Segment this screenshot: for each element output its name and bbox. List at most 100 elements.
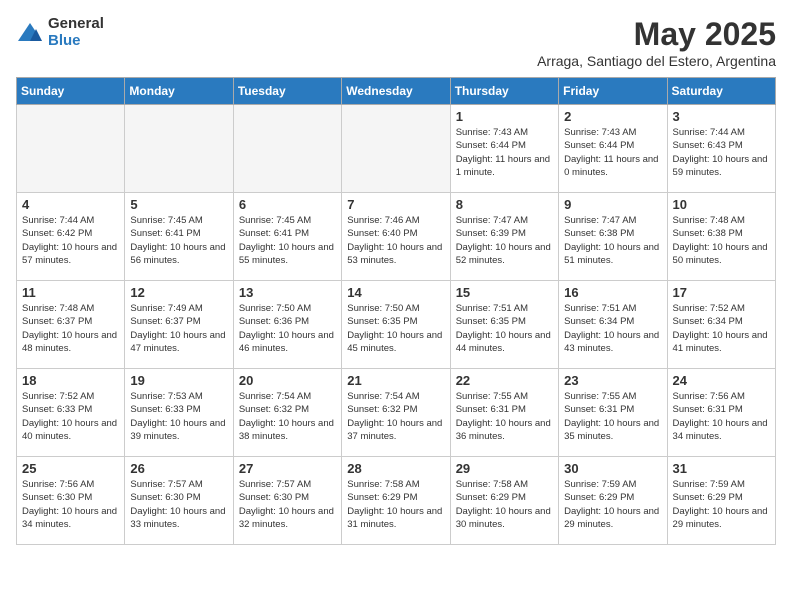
- logo-general-text: General: [48, 16, 104, 33]
- day-number: 26: [130, 461, 227, 476]
- page-header: General Blue May 2025 Arraga, Santiago d…: [16, 16, 776, 69]
- day-number: 30: [564, 461, 661, 476]
- day-number: 11: [22, 285, 119, 300]
- day-number: 10: [673, 197, 770, 212]
- day-info: Sunrise: 7:46 AM Sunset: 6:40 PM Dayligh…: [347, 214, 444, 267]
- day-cell: 21 Sunrise: 7:54 AM Sunset: 6:32 PM Dayli…: [342, 369, 450, 457]
- day-info: Sunrise: 7:45 AM Sunset: 6:41 PM Dayligh…: [239, 214, 336, 267]
- day-cell: 28 Sunrise: 7:58 AM Sunset: 6:29 PM Dayli…: [342, 457, 450, 545]
- day-number: 5: [130, 197, 227, 212]
- day-number: 23: [564, 373, 661, 388]
- title-block: May 2025 Arraga, Santiago del Estero, Ar…: [537, 16, 776, 69]
- week-row-1: 4 Sunrise: 7:44 AM Sunset: 6:42 PM Daylig…: [17, 193, 776, 281]
- day-cell: 1 Sunrise: 7:43 AM Sunset: 6:44 PM Daylig…: [450, 105, 558, 193]
- day-cell: 25 Sunrise: 7:56 AM Sunset: 6:30 PM Dayli…: [17, 457, 125, 545]
- day-cell: 19 Sunrise: 7:53 AM Sunset: 6:33 PM Dayli…: [125, 369, 233, 457]
- day-cell: 17Sunrise: 7:52 AM Sunset: 6:34 PM Dayli…: [667, 281, 775, 369]
- day-number: 31: [673, 461, 770, 476]
- logo: General Blue: [16, 16, 104, 49]
- header-row: SundayMondayTuesdayWednesdayThursdayFrid…: [17, 78, 776, 105]
- day-info: Sunrise: 7:44 AM Sunset: 6:42 PM Dayligh…: [22, 214, 119, 267]
- day-number: 7: [347, 197, 444, 212]
- day-cell: 31 Sunrise: 7:59 AM Sunset: 6:29 PM Dayli…: [667, 457, 775, 545]
- day-number: 15: [456, 285, 553, 300]
- day-info: Sunrise: 7:51 AM Sunset: 6:35 PM Dayligh…: [456, 302, 553, 355]
- day-cell: [17, 105, 125, 193]
- day-number: 6: [239, 197, 336, 212]
- day-cell: 14 Sunrise: 7:50 AM Sunset: 6:35 PM Dayli…: [342, 281, 450, 369]
- day-info: Sunrise: 7:43 AM Sunset: 6:44 PM Dayligh…: [564, 126, 661, 179]
- day-cell: 9 Sunrise: 7:47 AM Sunset: 6:38 PM Daylig…: [559, 193, 667, 281]
- header-cell-saturday: Saturday: [667, 78, 775, 105]
- day-number: 20: [239, 373, 336, 388]
- day-number: 29: [456, 461, 553, 476]
- day-number: 14: [347, 285, 444, 300]
- day-info: Sunrise: 7:55 AM Sunset: 6:31 PM Dayligh…: [564, 390, 661, 443]
- day-info: Sunrise: 7:48 AM Sunset: 6:37 PM Dayligh…: [22, 302, 119, 355]
- day-number: 9: [564, 197, 661, 212]
- day-number: 28: [347, 461, 444, 476]
- day-cell: 11 Sunrise: 7:48 AM Sunset: 6:37 PM Dayli…: [17, 281, 125, 369]
- day-cell: 13 Sunrise: 7:50 AM Sunset: 6:36 PM Dayli…: [233, 281, 341, 369]
- day-cell: 10 Sunrise: 7:48 AM Sunset: 6:38 PM Dayli…: [667, 193, 775, 281]
- day-info: Sunrise: 7:56 AM Sunset: 6:30 PM Dayligh…: [22, 478, 119, 531]
- day-cell: 5 Sunrise: 7:45 AM Sunset: 6:41 PM Daylig…: [125, 193, 233, 281]
- day-cell: 16Sunrise: 7:51 AM Sunset: 6:34 PM Dayli…: [559, 281, 667, 369]
- day-number: 4: [22, 197, 119, 212]
- day-cell: 24 Sunrise: 7:56 AM Sunset: 6:31 PM Dayli…: [667, 369, 775, 457]
- header-cell-wednesday: Wednesday: [342, 78, 450, 105]
- week-row-4: 25 Sunrise: 7:56 AM Sunset: 6:30 PM Dayli…: [17, 457, 776, 545]
- day-cell: [125, 105, 233, 193]
- logo-icon: [16, 19, 44, 47]
- header-cell-sunday: Sunday: [17, 78, 125, 105]
- day-cell: [233, 105, 341, 193]
- day-number: 25: [22, 461, 119, 476]
- day-info: Sunrise: 7:54 AM Sunset: 6:32 PM Dayligh…: [239, 390, 336, 443]
- header-cell-friday: Friday: [559, 78, 667, 105]
- day-number: 13: [239, 285, 336, 300]
- day-number: 17: [673, 285, 770, 300]
- week-row-2: 11 Sunrise: 7:48 AM Sunset: 6:37 PM Dayli…: [17, 281, 776, 369]
- day-cell: 15 Sunrise: 7:51 AM Sunset: 6:35 PM Dayli…: [450, 281, 558, 369]
- day-cell: 26 Sunrise: 7:57 AM Sunset: 6:30 PM Dayli…: [125, 457, 233, 545]
- day-number: 2: [564, 109, 661, 124]
- day-cell: 20 Sunrise: 7:54 AM Sunset: 6:32 PM Dayli…: [233, 369, 341, 457]
- day-info: Sunrise: 7:50 AM Sunset: 6:36 PM Dayligh…: [239, 302, 336, 355]
- header-cell-thursday: Thursday: [450, 78, 558, 105]
- day-number: 22: [456, 373, 553, 388]
- day-cell: 6 Sunrise: 7:45 AM Sunset: 6:41 PM Daylig…: [233, 193, 341, 281]
- day-info: Sunrise: 7:59 AM Sunset: 6:29 PM Dayligh…: [673, 478, 770, 531]
- day-info: Sunrise: 7:57 AM Sunset: 6:30 PM Dayligh…: [239, 478, 336, 531]
- day-info: Sunrise: 7:47 AM Sunset: 6:38 PM Dayligh…: [564, 214, 661, 267]
- day-number: 24: [673, 373, 770, 388]
- day-info: Sunrise: 7:58 AM Sunset: 6:29 PM Dayligh…: [347, 478, 444, 531]
- day-cell: 2 Sunrise: 7:43 AM Sunset: 6:44 PM Daylig…: [559, 105, 667, 193]
- day-info: Sunrise: 7:54 AM Sunset: 6:32 PM Dayligh…: [347, 390, 444, 443]
- calendar-title: May 2025: [537, 16, 776, 53]
- week-row-3: 18Sunrise: 7:52 AM Sunset: 6:33 PM Dayli…: [17, 369, 776, 457]
- calendar-header: SundayMondayTuesdayWednesdayThursdayFrid…: [17, 78, 776, 105]
- day-info: Sunrise: 7:43 AM Sunset: 6:44 PM Dayligh…: [456, 126, 553, 179]
- day-cell: 3Sunrise: 7:44 AM Sunset: 6:43 PM Daylig…: [667, 105, 775, 193]
- day-cell: 22Sunrise: 7:55 AM Sunset: 6:31 PM Dayli…: [450, 369, 558, 457]
- day-cell: [342, 105, 450, 193]
- day-cell: 29Sunrise: 7:58 AM Sunset: 6:29 PM Dayli…: [450, 457, 558, 545]
- day-cell: 27 Sunrise: 7:57 AM Sunset: 6:30 PM Dayli…: [233, 457, 341, 545]
- day-cell: 4 Sunrise: 7:44 AM Sunset: 6:42 PM Daylig…: [17, 193, 125, 281]
- day-info: Sunrise: 7:50 AM Sunset: 6:35 PM Dayligh…: [347, 302, 444, 355]
- logo-text: General Blue: [48, 16, 104, 49]
- day-number: 21: [347, 373, 444, 388]
- day-number: 1: [456, 109, 553, 124]
- day-number: 16: [564, 285, 661, 300]
- day-number: 27: [239, 461, 336, 476]
- day-number: 19: [130, 373, 227, 388]
- day-info: Sunrise: 7:57 AM Sunset: 6:30 PM Dayligh…: [130, 478, 227, 531]
- day-info: Sunrise: 7:56 AM Sunset: 6:31 PM Dayligh…: [673, 390, 770, 443]
- day-number: 8: [456, 197, 553, 212]
- day-info: Sunrise: 7:48 AM Sunset: 6:38 PM Dayligh…: [673, 214, 770, 267]
- day-number: 12: [130, 285, 227, 300]
- day-info: Sunrise: 7:44 AM Sunset: 6:43 PM Dayligh…: [673, 126, 770, 179]
- calendar-body: 1 Sunrise: 7:43 AM Sunset: 6:44 PM Daylig…: [17, 105, 776, 545]
- day-info: Sunrise: 7:45 AM Sunset: 6:41 PM Dayligh…: [130, 214, 227, 267]
- day-info: Sunrise: 7:53 AM Sunset: 6:33 PM Dayligh…: [130, 390, 227, 443]
